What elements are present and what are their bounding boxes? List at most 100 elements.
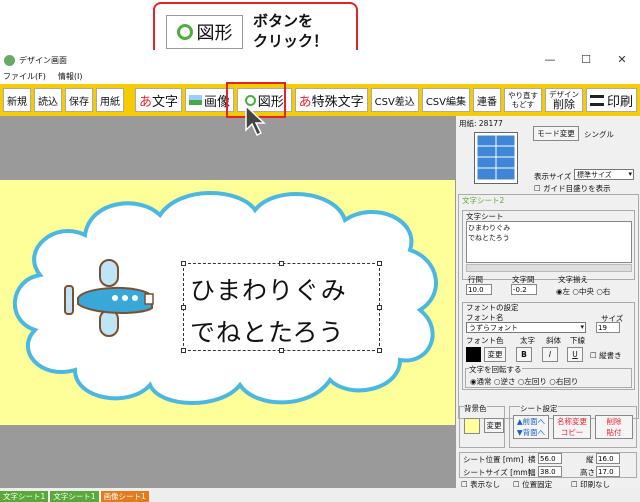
underline-button[interactable]: U: [567, 347, 583, 362]
callout-shape-button: 図形: [166, 15, 243, 49]
vertical-checkbox[interactable]: ☐ 縦書き: [590, 350, 622, 361]
canvas-text-line2: でねとたろう: [190, 318, 345, 347]
align-center: 中央: [578, 287, 594, 296]
delete-paste-buttons[interactable]: 削除 貼付: [595, 415, 633, 439]
delete-sheet-button[interactable]: 削除: [596, 416, 632, 427]
design-delete-button[interactable]: デザイン 削除: [544, 88, 583, 112]
height-input[interactable]: [596, 466, 620, 477]
resize-handle[interactable]: [377, 305, 382, 310]
window-title: デザイン画面: [19, 55, 67, 65]
guide-checkbox[interactable]: ☐ ガイド目盛りを表示: [534, 183, 611, 194]
chevron-down-icon: ▾: [580, 323, 584, 331]
bg-color-swatch[interactable]: [464, 418, 480, 434]
redo-button[interactable]: やり直す: [508, 91, 538, 100]
pos-y-input[interactable]: [596, 453, 620, 464]
callout-text: ボタンを クリック！: [253, 11, 328, 51]
italic-button[interactable]: I: [542, 347, 558, 362]
toolbar: 新規 読込 保存 用紙 あ文字 画像 図形 あ特殊文字 CSV差込 CSV編集 …: [0, 84, 640, 116]
paper-button[interactable]: 用紙: [96, 88, 124, 112]
sheet-tab[interactable]: 画像シート1: [100, 491, 149, 502]
new-button[interactable]: 新規: [3, 88, 31, 112]
resize-handle[interactable]: [181, 348, 186, 353]
resize-handle[interactable]: [377, 261, 382, 266]
width-input[interactable]: [538, 466, 562, 477]
text-button-label: 文字: [151, 94, 178, 110]
align-radio-group[interactable]: ◉左 ○中央 ○右: [556, 286, 610, 297]
display-size-value: 標準サイズ: [577, 171, 612, 179]
align-label: 文字揃え: [558, 275, 588, 284]
paper-label: 用紙: 28177: [459, 119, 503, 128]
sheet-tab[interactable]: 文字シート1: [50, 491, 99, 502]
pos-x-label: 横: [528, 455, 536, 464]
delete-label: 削除: [552, 97, 575, 111]
font-size-input[interactable]: [596, 322, 620, 333]
serial-number-button[interactable]: 連番: [472, 88, 501, 112]
callout-line1: ボタンを: [253, 12, 314, 30]
font-name-select[interactable]: うずらフォント ▾: [466, 322, 586, 333]
menu-file[interactable]: ファイル(F): [3, 70, 46, 84]
display-size-select[interactable]: 標準サイズ ▾: [574, 169, 634, 180]
rename-button[interactable]: 名称変更: [554, 416, 590, 427]
resize-handle[interactable]: [279, 348, 284, 353]
rotate-radio-group[interactable]: ◉通常 ○逆さ ○左回り ○右回り: [470, 376, 578, 387]
rotate-left: 左回り: [524, 377, 547, 386]
rotate-reverse: 逆さ: [500, 377, 516, 386]
font-color-swatch[interactable]: [466, 347, 481, 362]
text-content-area[interactable]: ひまわりぐみ でねとたろう: [466, 221, 632, 263]
char-gap-input[interactable]: [511, 284, 537, 295]
save-button[interactable]: 保存: [65, 88, 93, 112]
bg-color-change-button[interactable]: 変更: [484, 418, 504, 433]
resize-handle[interactable]: [181, 305, 186, 310]
paste-button[interactable]: 貼付: [596, 427, 632, 438]
print-button[interactable]: 印刷: [585, 88, 637, 112]
paper-sheet: ひまわりぐみ でねとたろう: [0, 180, 455, 425]
line-gap-input[interactable]: [466, 284, 492, 295]
copy-button[interactable]: コピー: [554, 427, 590, 438]
pos-x-input[interactable]: [538, 453, 562, 464]
mode-change-button[interactable]: モード変更: [533, 126, 579, 141]
resize-handle[interactable]: [181, 261, 186, 266]
vertical-label: 縦書き: [599, 351, 622, 360]
minimize-button[interactable]: —: [532, 50, 568, 70]
circle-icon: [176, 24, 193, 40]
guide-label: ガイド目盛りを表示: [543, 184, 611, 193]
align-right: 右: [602, 287, 611, 296]
undo-button[interactable]: もどす: [512, 100, 534, 109]
rotate-label: 文字を回転する: [469, 364, 522, 375]
csv-edit-button[interactable]: CSV編集: [421, 88, 470, 112]
width-label: 幅: [528, 468, 536, 477]
print-button-label: 印刷: [606, 94, 633, 110]
menu-info[interactable]: 情報(I): [58, 70, 83, 84]
sheet-tabs-bar: 文字シート1 文字シート1 画像シート1: [0, 488, 640, 502]
sheet-tab[interactable]: 文字シート1: [0, 491, 49, 502]
rotate-right: 右回り: [555, 377, 579, 386]
text-button[interactable]: あ文字: [134, 88, 182, 112]
font-color-change-button[interactable]: 変更: [484, 347, 506, 362]
airplane-image: [64, 259, 154, 337]
resize-handle[interactable]: [279, 261, 284, 266]
height-label: 高さ: [580, 468, 595, 477]
rename-copy-buttons[interactable]: 名称変更 コピー: [553, 415, 591, 439]
selected-text-sheet[interactable]: ひまわりぐみ でねとたろう: [181, 261, 382, 353]
open-button[interactable]: 読込: [34, 88, 62, 112]
bold-button[interactable]: B: [516, 347, 532, 362]
paper-layout-preview: [474, 132, 518, 184]
title-bar: デザイン画面 — ☐ ✕: [0, 50, 640, 70]
close-button[interactable]: ✕: [604, 50, 640, 70]
special-char-button[interactable]: あ特殊文字: [294, 88, 368, 112]
chevron-down-icon: ▾: [628, 170, 632, 178]
horizontal-scrollbar[interactable]: [466, 264, 632, 272]
sheet-position-label: シート位置 [mm]: [463, 455, 524, 464]
text-icon: あ: [138, 94, 152, 110]
sheet-settings-label: シート設定: [520, 403, 558, 414]
font-color-label: フォント色: [466, 336, 504, 345]
image-icon: [188, 95, 202, 105]
text-line2: でねとたろう: [468, 234, 510, 242]
canvas-area[interactable]: ひまわりぐみ でねとたろう: [0, 116, 455, 488]
csv-insert-button[interactable]: CSV差込: [370, 88, 419, 112]
resize-handle[interactable]: [377, 348, 382, 353]
bring-front-button[interactable]: ▲前面へ: [514, 416, 548, 427]
maximize-button[interactable]: ☐: [568, 50, 604, 70]
send-back-button[interactable]: ▼背面へ: [514, 427, 548, 438]
order-buttons[interactable]: ▲前面へ ▼背面へ: [513, 415, 549, 439]
